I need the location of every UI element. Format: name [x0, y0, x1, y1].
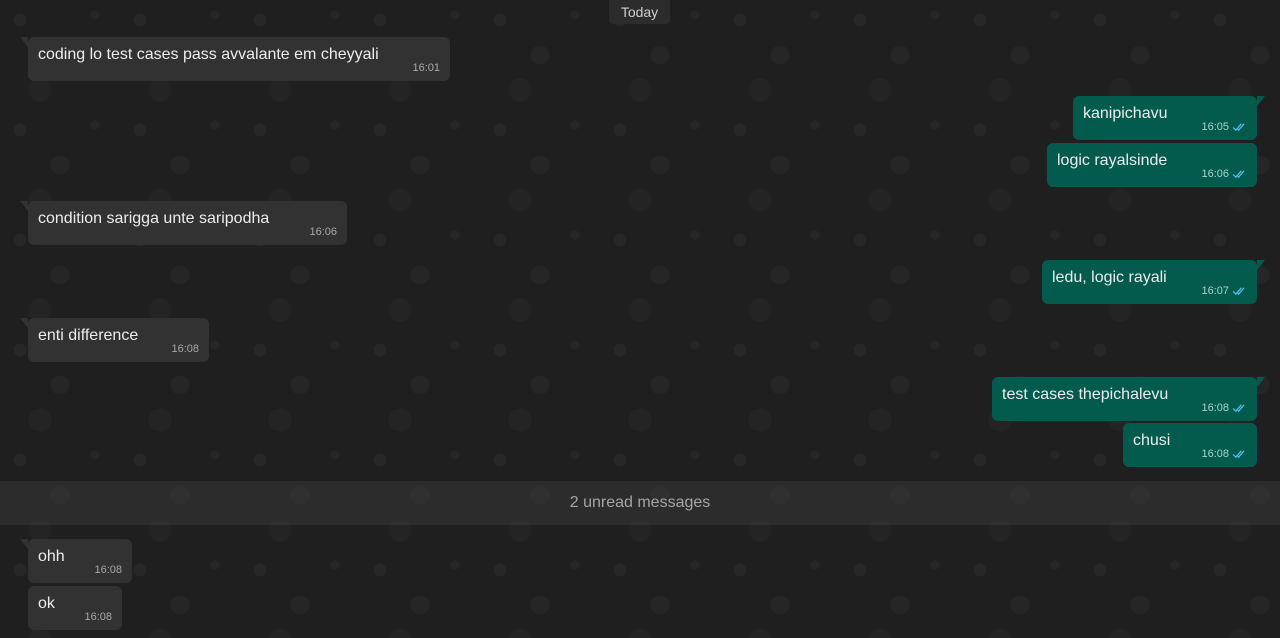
- message-meta: 16:07: [1201, 285, 1247, 297]
- message-text: ohh: [38, 548, 65, 565]
- message-incoming[interactable]: condition sarigga unte saripodha 16:06: [20, 201, 347, 245]
- message-text: ledu, logic rayali: [1052, 269, 1167, 286]
- message-text: ok: [38, 595, 55, 612]
- message-outgoing[interactable]: logic rayalsinde 16:06: [1047, 143, 1257, 187]
- double-check-icon: [1232, 450, 1245, 459]
- double-check-icon: [1232, 170, 1245, 179]
- message-time: 16:08: [171, 343, 199, 355]
- bubble-tail: [1257, 96, 1265, 106]
- message-outgoing[interactable]: ledu, logic rayali 16:07: [1042, 260, 1265, 304]
- message-time: 16:08: [84, 611, 112, 623]
- message-incoming[interactable]: ok 16:08: [28, 586, 122, 630]
- message-time: 16:08: [1201, 448, 1229, 460]
- double-check-icon: [1232, 123, 1245, 132]
- bubble-tail: [20, 539, 28, 549]
- message-time: 16:06: [309, 226, 337, 238]
- message-outgoing[interactable]: test cases thepichalevu 16:08: [992, 377, 1265, 421]
- message-incoming[interactable]: coding lo test cases pass avvalante em c…: [20, 37, 450, 81]
- message-meta: 16:08: [84, 611, 112, 623]
- message-meta: 16:08: [94, 564, 122, 576]
- message-text: test cases thepichalevu: [1002, 386, 1169, 403]
- bubble-tail: [20, 318, 28, 328]
- message-meta: 16:06: [309, 226, 337, 238]
- bubble-tail: [20, 37, 28, 47]
- date-chip: Today: [609, 0, 670, 24]
- message-time: 16:05: [1201, 121, 1229, 133]
- message-text: kanipichavu: [1083, 105, 1168, 122]
- message-text: enti difference: [38, 327, 139, 344]
- message-outgoing[interactable]: chusi 16:08: [1123, 423, 1257, 467]
- bubble-tail: [1257, 260, 1265, 270]
- double-check-icon: [1232, 287, 1245, 296]
- message-text: logic rayalsinde: [1057, 152, 1168, 169]
- message-time: 16:06: [1201, 168, 1229, 180]
- message-time: 16:01: [412, 62, 440, 74]
- message-time: 16:08: [1201, 402, 1229, 414]
- message-text: coding lo test cases pass avvalante em c…: [38, 46, 379, 63]
- message-meta: 16:08: [1201, 402, 1247, 414]
- message-meta: 16:08: [171, 343, 199, 355]
- message-incoming[interactable]: ohh 16:08: [20, 539, 132, 583]
- message-incoming[interactable]: enti difference 16:08: [20, 318, 209, 362]
- message-text: chusi: [1133, 432, 1171, 449]
- message-meta: 16:05: [1201, 121, 1247, 133]
- message-text: condition sarigga unte saripodha: [38, 210, 270, 227]
- message-meta: 16:01: [412, 62, 440, 74]
- message-meta: 16:06: [1201, 168, 1247, 180]
- message-meta: 16:08: [1201, 448, 1247, 460]
- message-time: 16:08: [94, 564, 122, 576]
- message-time: 16:07: [1201, 285, 1229, 297]
- unread-messages-banner: 2 unread messages: [0, 481, 1280, 525]
- message-outgoing[interactable]: kanipichavu 16:05: [1073, 96, 1265, 140]
- chat-panel: Today coding lo test cases pass avvalant…: [0, 0, 1280, 638]
- bubble-tail: [1257, 377, 1265, 387]
- bubble-tail: [20, 201, 28, 211]
- double-check-icon: [1232, 404, 1245, 413]
